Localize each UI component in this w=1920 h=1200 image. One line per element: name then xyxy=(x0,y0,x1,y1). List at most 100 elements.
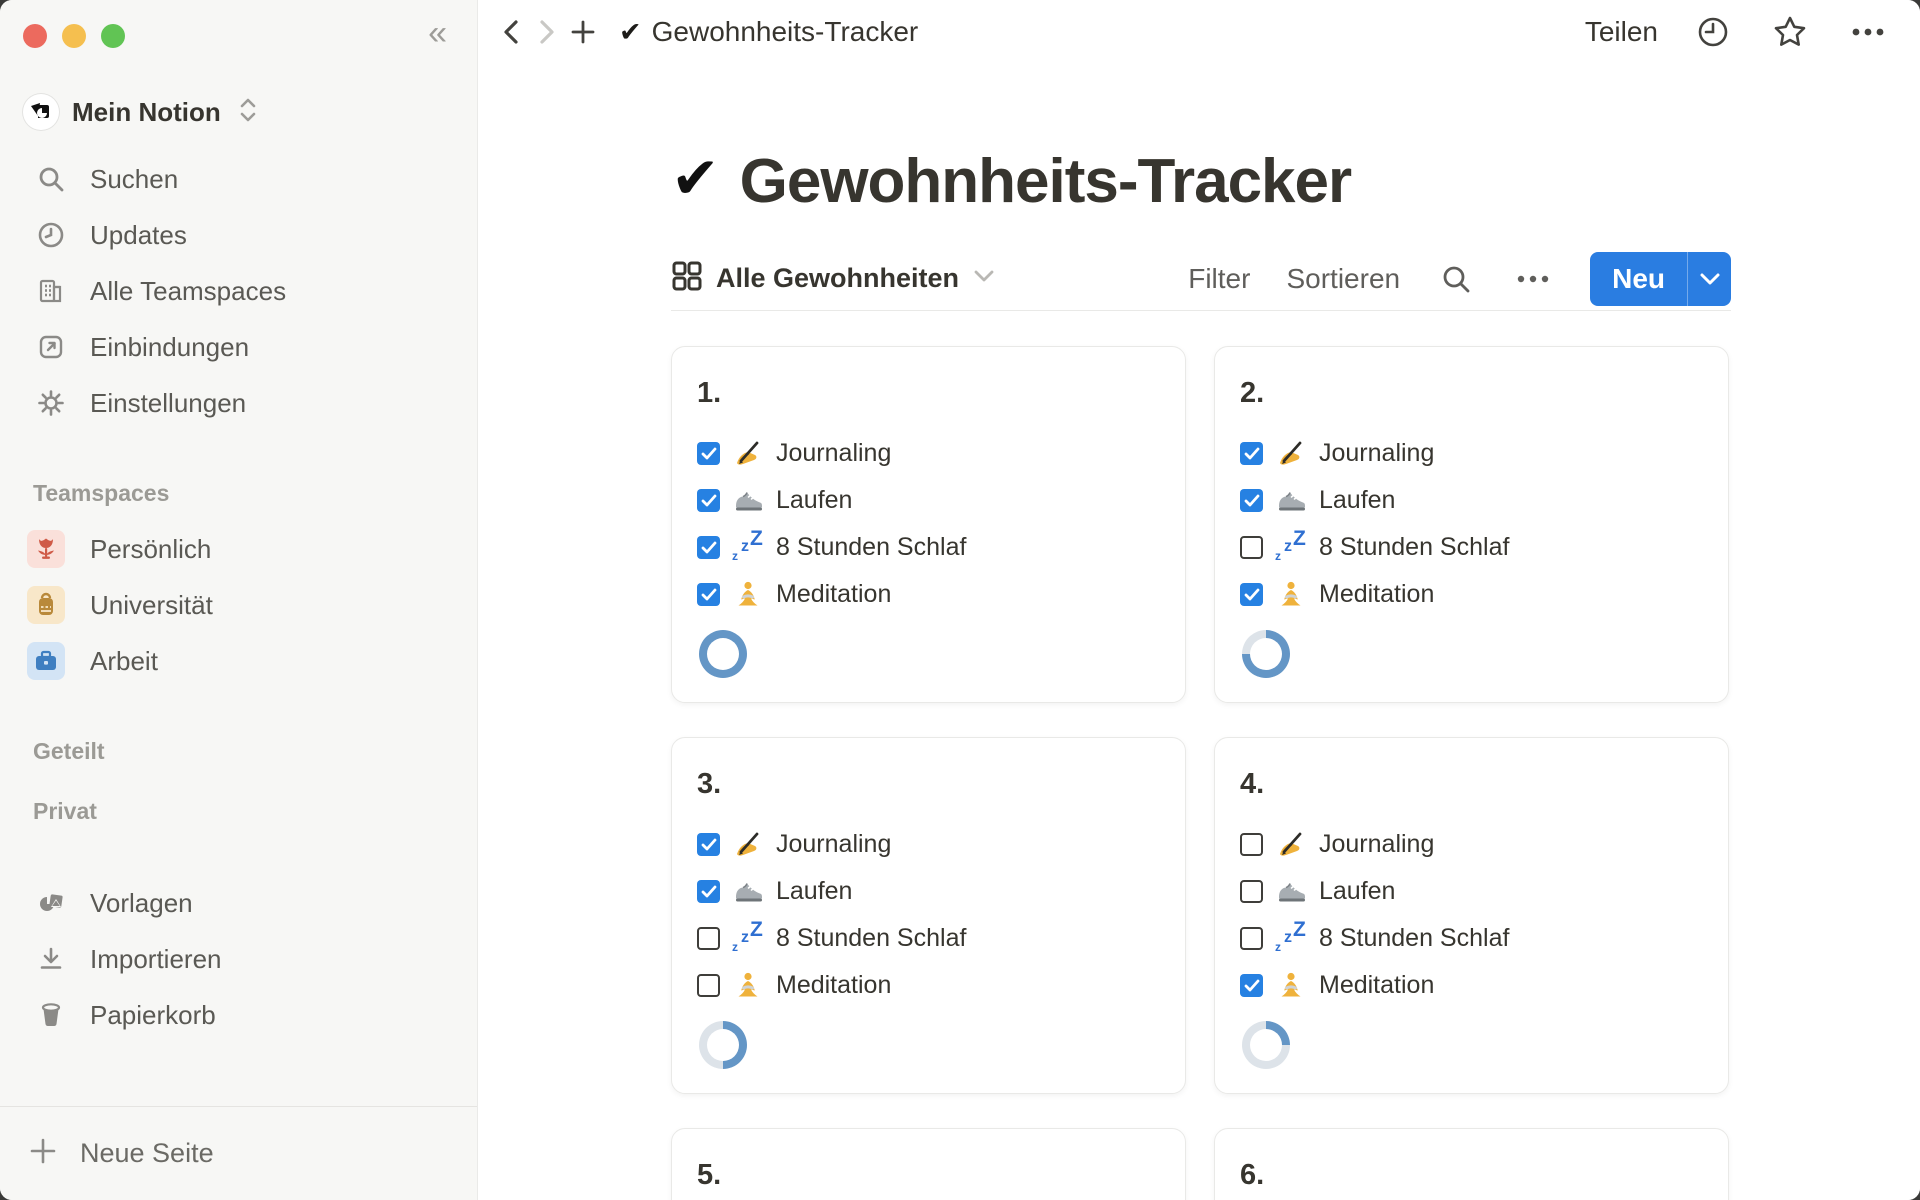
teamspace-item-arbeit[interactable]: Arbeit xyxy=(12,636,465,686)
meditation-lotus-icon xyxy=(1275,970,1307,1002)
sidebar-item-einstellungen[interactable]: Einstellungen xyxy=(12,378,465,428)
forward-button[interactable] xyxy=(529,14,565,50)
filter-button[interactable]: Filter xyxy=(1188,263,1250,295)
teamspace-item-universität[interactable]: Universität xyxy=(12,580,465,630)
new-page-button[interactable]: Neue Seite xyxy=(0,1107,477,1200)
search-icon[interactable] xyxy=(1436,259,1476,299)
sidebar-item-alle-teamspaces[interactable]: Alle Teamspaces xyxy=(12,266,465,316)
history-clock-icon[interactable] xyxy=(1692,11,1734,53)
ellipsis-icon[interactable] xyxy=(1512,270,1554,288)
habit-row-laufen: Laufen xyxy=(697,477,1160,524)
breadcrumb[interactable]: ✔ Gewohnheits-Tracker xyxy=(611,12,926,52)
checked-checkbox[interactable] xyxy=(1240,489,1263,512)
unchecked-checkbox[interactable] xyxy=(697,974,720,997)
star-favorite-icon[interactable] xyxy=(1768,10,1812,54)
running-shoe-icon xyxy=(732,485,764,517)
sidebar-item-suchen[interactable]: Suchen xyxy=(12,154,465,204)
unchecked-checkbox[interactable] xyxy=(1240,536,1263,559)
card-title: 3. xyxy=(697,768,1160,801)
checked-checkbox[interactable] xyxy=(1240,442,1263,465)
unchecked-checkbox[interactable] xyxy=(1240,927,1263,950)
toolbar-actions: Filter Sortieren Neu xyxy=(1188,252,1731,306)
teamspace-item-persönlich[interactable]: Persönlich xyxy=(12,524,465,574)
writing-hand-icon xyxy=(1275,438,1307,470)
unchecked-checkbox[interactable] xyxy=(697,927,720,950)
sidebar-item-updates[interactable]: Updates xyxy=(12,210,465,260)
clock-icon xyxy=(23,221,79,249)
share-button[interactable]: Teilen xyxy=(1585,16,1658,48)
new-entry-dropdown[interactable] xyxy=(1687,252,1731,306)
up-down-chevrons-icon xyxy=(238,97,258,128)
sidebar-footer-menu: Vorlagen Importieren Papierkorb xyxy=(12,878,465,1046)
workspace-logo-icon xyxy=(23,94,59,130)
habit-row-8-stunden-schlaf: zzZ8 Stunden Schlaf xyxy=(1240,524,1703,571)
briefcase-icon xyxy=(27,642,65,680)
new-entry-label[interactable]: Neu xyxy=(1590,252,1687,306)
writing-hand-icon xyxy=(732,438,764,470)
habit-label: 8 Stunden Schlaf xyxy=(776,924,966,953)
page-check-icon[interactable]: ✔ xyxy=(671,146,720,213)
teamspace-icon-wrap xyxy=(23,530,79,568)
teamspace-icon-wrap xyxy=(23,642,79,680)
teamspaces-section-header[interactable]: Teamspaces xyxy=(33,480,169,507)
card-title: 1. xyxy=(697,377,1160,410)
new-entry-button[interactable]: Neu xyxy=(1590,252,1731,306)
unchecked-checkbox[interactable] xyxy=(1240,833,1263,856)
card-title: 2. xyxy=(1240,377,1703,410)
gallery-grid: 1.JournalingLaufenzzZ8 Stunden SchlafMed… xyxy=(671,346,1731,1200)
habit-card-1[interactable]: 1.JournalingLaufenzzZ8 Stunden SchlafMed… xyxy=(671,346,1186,703)
habit-label: Meditation xyxy=(776,580,891,609)
habit-label: 8 Stunden Schlaf xyxy=(776,533,966,562)
sidebar-item-label: Suchen xyxy=(90,164,178,195)
checked-checkbox[interactable] xyxy=(1240,583,1263,606)
habit-row-journaling: Journaling xyxy=(1240,821,1703,868)
meditation-lotus-icon xyxy=(732,579,764,611)
close-window-button[interactable] xyxy=(23,24,47,48)
habit-row-journaling: Journaling xyxy=(697,821,1160,868)
sidebar-item-importieren[interactable]: Importieren xyxy=(12,934,465,984)
sidebar-collapse-icon[interactable]: « xyxy=(428,16,447,50)
sidebar-item-einbindungen[interactable]: Einbindungen xyxy=(12,322,465,372)
habit-row-journaling: Journaling xyxy=(1240,430,1703,477)
privat-section-header[interactable]: Privat xyxy=(33,798,97,825)
sidebar-item-label: Einstellungen xyxy=(90,388,246,419)
card-title: 6. xyxy=(1240,1159,1703,1192)
new-tab-plus-icon[interactable] xyxy=(565,14,601,50)
checked-checkbox[interactable] xyxy=(697,833,720,856)
gear-icon xyxy=(23,389,79,417)
habit-card-2[interactable]: 2.JournalingLaufenzzZ8 Stunden SchlafMed… xyxy=(1214,346,1729,703)
habit-row-laufen: Laufen xyxy=(697,868,1160,915)
page-title-text[interactable]: Gewohnheits-Tracker xyxy=(740,146,1352,217)
geteilt-section-header[interactable]: Geteilt xyxy=(33,738,105,765)
view-label: Alle Gewohnheiten xyxy=(716,263,959,294)
checked-checkbox[interactable] xyxy=(697,489,720,512)
checked-checkbox[interactable] xyxy=(697,880,720,903)
checked-checkbox[interactable] xyxy=(697,536,720,559)
progress-ring-75 xyxy=(1242,630,1290,678)
habit-card-6[interactable]: 6.Journaling xyxy=(1214,1128,1729,1200)
sidebar-item-papierkorb[interactable]: Papierkorb xyxy=(12,990,465,1040)
sidebar-item-vorlagen[interactable]: Vorlagen xyxy=(12,878,465,928)
checked-checkbox[interactable] xyxy=(697,583,720,606)
habit-row-meditation: Meditation xyxy=(697,571,1160,618)
running-shoe-icon xyxy=(1275,876,1307,908)
habit-card-3[interactable]: 3.JournalingLaufenzzZ8 Stunden SchlafMed… xyxy=(671,737,1186,1094)
sort-button[interactable]: Sortieren xyxy=(1286,263,1400,295)
sidebar-item-label: Papierkorb xyxy=(90,1000,216,1031)
habit-card-5[interactable]: 5.Journaling xyxy=(671,1128,1186,1200)
habit-row-8-stunden-schlaf: zzZ8 Stunden Schlaf xyxy=(697,524,1160,571)
workspace-switcher[interactable]: Mein Notion xyxy=(23,88,258,136)
checked-checkbox[interactable] xyxy=(1240,974,1263,997)
zzz-sleep-icon: zzZ xyxy=(732,923,764,955)
minimize-window-button[interactable] xyxy=(62,24,86,48)
habit-label: 8 Stunden Schlaf xyxy=(1319,924,1509,953)
view-tab-alle-gewohnheiten[interactable]: Alle Gewohnheiten xyxy=(671,260,996,297)
zoom-window-button[interactable] xyxy=(101,24,125,48)
back-button[interactable] xyxy=(493,14,529,50)
ellipsis-icon[interactable] xyxy=(1846,22,1890,42)
habit-label: Laufen xyxy=(1319,877,1395,906)
unchecked-checkbox[interactable] xyxy=(1240,880,1263,903)
sidebar-item-label: Importieren xyxy=(90,944,222,975)
habit-card-4[interactable]: 4.JournalingLaufenzzZ8 Stunden SchlafMed… xyxy=(1214,737,1729,1094)
checked-checkbox[interactable] xyxy=(697,442,720,465)
